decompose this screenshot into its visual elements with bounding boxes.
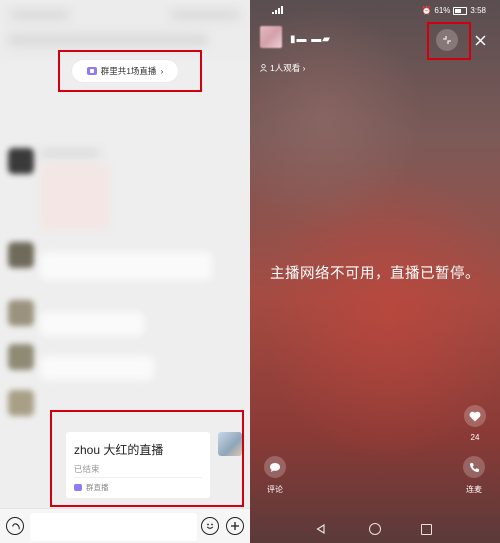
like-button[interactable]: [464, 405, 486, 427]
like-count: 24: [470, 433, 480, 442]
comment-icon: [270, 462, 280, 472]
group-chat-panel: 群里共1场直播 › zhou 大红的直播 已结束 群直播: [0, 0, 250, 543]
avatar: [8, 344, 34, 370]
phone-icon: [469, 462, 479, 472]
person-icon: [260, 64, 267, 72]
viewer-count-label: 1人观看 ›: [270, 63, 306, 73]
message-bubble-blurred: [40, 356, 154, 380]
avatar: [8, 300, 34, 326]
emoji-icon: [206, 523, 214, 529]
heart-icon: [469, 411, 481, 421]
plus-icon: [231, 522, 239, 530]
clock-time: 3:58: [470, 6, 486, 15]
comment-button[interactable]: [264, 456, 286, 478]
more-button[interactable]: [226, 517, 244, 535]
system-nav-bar: [250, 520, 500, 540]
sticker-image-blurred: [40, 164, 110, 230]
close-icon: [474, 34, 486, 46]
signal-icon: [272, 6, 284, 16]
stream-paused-message: 主播网络不可用，直播已暂停。: [270, 266, 480, 282]
message-bubble-blurred: [40, 312, 144, 336]
message-input[interactable]: [30, 513, 197, 541]
host-avatar[interactable]: [260, 26, 282, 48]
input-bar: [0, 508, 250, 543]
highlight-box-live-banner: [58, 50, 202, 92]
avatar: [8, 390, 34, 416]
emoji-button[interactable]: [201, 517, 219, 535]
message-bubble-blurred: [40, 252, 212, 280]
home-icon[interactable]: [369, 523, 381, 535]
highlight-box-live-card: [50, 410, 244, 507]
battery-percent: 61%: [434, 6, 451, 15]
voice-input-button[interactable]: [6, 517, 24, 535]
battery-icon: [453, 6, 468, 15]
alarm-icon: ⏰: [421, 6, 432, 15]
mic-connect-label: 连麦: [466, 485, 482, 494]
status-bar: ⏰ 61% 3:58: [250, 4, 500, 18]
viewer-count[interactable]: 1人观看 ›: [260, 62, 305, 74]
mic-connect-button[interactable]: [463, 456, 485, 478]
avatar: [8, 148, 34, 174]
comment-label: 评论: [267, 485, 283, 494]
voice-icon: [11, 522, 20, 529]
live-stream-panel: ⏰ 61% 3:58 ▮▬ ▬▰ 1人观看 › 主播网络不可用，直播已暂停。 2…: [250, 0, 500, 543]
close-button[interactable]: [472, 29, 488, 51]
host-name: ▮▬ ▬▰: [290, 34, 331, 45]
back-icon[interactable]: [316, 524, 325, 534]
highlight-box-minimize: [427, 22, 471, 60]
recent-apps-icon[interactable]: [421, 524, 432, 535]
avatar: [8, 242, 34, 268]
